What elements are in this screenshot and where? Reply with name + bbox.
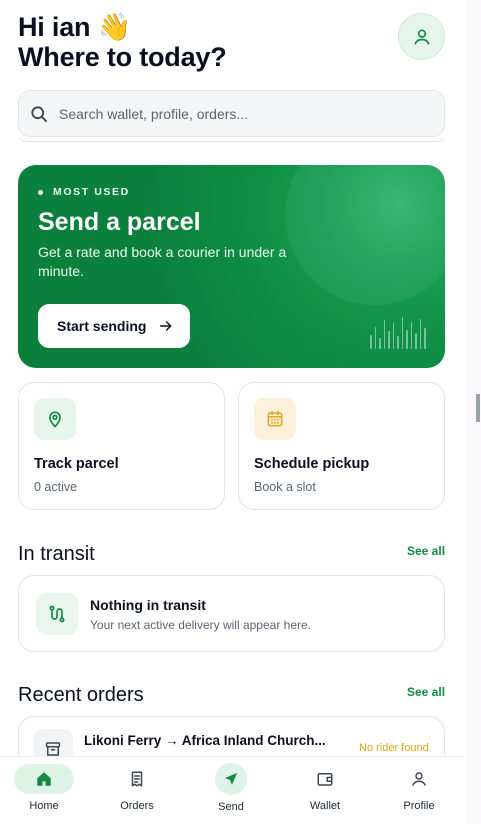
start-sending-label: Start sending: [57, 318, 147, 334]
decorative-bars-icon: [370, 315, 426, 349]
decorative-bar: [383, 320, 386, 349]
in-transit-heading: In transit: [18, 543, 95, 565]
hero-tag: MOST USED: [38, 186, 130, 198]
search-icon: [31, 105, 47, 122]
page-title: Where to today?: [18, 42, 227, 72]
map-pin-icon: [34, 398, 76, 440]
tab-wallet-label: Wallet: [309, 800, 341, 812]
route-icon: [36, 593, 78, 635]
wallet-icon: [295, 764, 355, 794]
resize-handle[interactable]: [476, 394, 480, 422]
track-parcel-card[interactable]: Track parcel 0 active: [18, 382, 225, 510]
receipt-icon: [107, 764, 167, 794]
search-input[interactable]: [59, 105, 419, 122]
decorative-bar: [419, 319, 422, 349]
tab-send[interactable]: Send: [191, 757, 271, 824]
hero-description: Get a rate and book a courier in under a…: [38, 244, 287, 279]
send-icon: [215, 763, 247, 795]
decorative-bar: [401, 317, 404, 349]
user-icon: [414, 28, 429, 45]
tab-profile-label: Profile: [403, 800, 435, 812]
schedule-pickup-card[interactable]: Schedule pickup Book a slot: [238, 382, 445, 510]
schedule-pickup-title: Schedule pickup: [254, 456, 370, 472]
calendar-icon: [254, 398, 296, 440]
decorative-bar: [410, 322, 413, 349]
in-transit-empty-card: Nothing in transit Your next active deli…: [18, 575, 445, 652]
bottom-tab-bar: Home Orders Send Wallet Profile: [0, 756, 466, 824]
recent-orders-heading: Recent orders: [18, 684, 144, 706]
order-status-badge: No rider found: [359, 742, 429, 754]
hero-title: Send a parcel: [38, 208, 201, 236]
tab-send-label: Send: [218, 801, 244, 813]
decorative-bar: [374, 327, 377, 349]
decorative-bar: [379, 338, 381, 349]
hero-tag-label: MOST USED: [53, 186, 130, 198]
tab-home-label: Home: [29, 800, 59, 812]
in-transit-see-all-link[interactable]: See all: [407, 544, 445, 558]
tab-orders[interactable]: Orders: [97, 757, 177, 824]
track-parcel-title: Track parcel: [34, 456, 119, 472]
decorative-bar: [388, 331, 390, 349]
tab-wallet[interactable]: Wallet: [285, 757, 365, 824]
start-sending-button[interactable]: Start sending: [38, 304, 190, 348]
tab-orders-label: Orders: [120, 800, 154, 812]
profile-avatar-button[interactable]: [398, 13, 445, 60]
in-transit-empty-title: Nothing in transit: [90, 597, 206, 613]
in-transit-empty-subtitle: Your next active delivery will appear he…: [90, 618, 312, 632]
decorative-bar: [424, 328, 426, 349]
send-parcel-hero-card[interactable]: MOST USED Send a parcel Get a rate and b…: [18, 165, 445, 368]
app-screen: Hi ian 👋 Where to today? MOST USED Send …: [0, 0, 466, 824]
tab-home[interactable]: Home: [4, 757, 84, 824]
search-shadow-edge: [20, 138, 443, 142]
schedule-pickup-subtitle: Book a slot: [254, 480, 316, 494]
decorative-bar: [397, 336, 399, 349]
greeting-text: Hi ian 👋: [18, 12, 132, 42]
hero-glow: [285, 165, 445, 305]
decorative-bar: [370, 335, 372, 349]
track-parcel-subtitle: 0 active: [34, 480, 78, 494]
tag-dot-icon: [38, 189, 43, 195]
order-route: Likoni Ferry → Africa Inland Church...: [84, 733, 326, 748]
search-bar[interactable]: [18, 90, 445, 137]
arrow-right-icon: [158, 318, 174, 334]
recent-orders-see-all-link[interactable]: See all: [407, 685, 445, 699]
decorative-bar: [406, 330, 408, 349]
greeting-block: Hi ian 👋 Where to today?: [18, 12, 227, 72]
home-icon: [14, 764, 74, 794]
decorative-bar: [392, 323, 395, 349]
decorative-bar: [415, 333, 417, 349]
tab-profile[interactable]: Profile: [379, 757, 459, 824]
user-icon: [389, 764, 449, 794]
